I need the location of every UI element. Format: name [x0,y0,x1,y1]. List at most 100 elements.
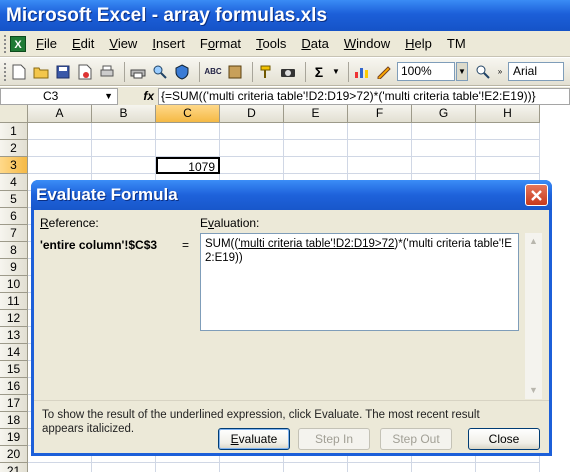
row-header-5[interactable]: 5 [0,191,28,208]
cell-d1[interactable] [220,123,284,140]
cell-b21[interactable] [92,463,156,472]
cell-e1[interactable] [284,123,348,140]
row-header-7[interactable]: 7 [0,225,28,242]
row-header-4[interactable]: 4 [0,174,28,191]
menu-item-file[interactable]: File [36,31,57,57]
permission-icon[interactable] [76,63,94,81]
menu-item-window[interactable]: Window [344,31,390,57]
row-header-8[interactable]: 8 [0,242,28,259]
cell-a1[interactable] [28,123,92,140]
cell-f2[interactable] [348,140,412,157]
cell-g2[interactable] [412,140,476,157]
cell-a2[interactable] [28,140,92,157]
name-box[interactable]: C3 ▼ [0,87,118,105]
cell-c3[interactable]: 1079 [156,157,220,174]
cell-f1[interactable] [348,123,412,140]
column-header-g[interactable]: G [412,105,476,123]
cell-c1[interactable] [156,123,220,140]
menu-item-tools[interactable]: Tools [256,31,286,57]
toolbar-grip[interactable] [4,62,7,81]
step-in-button[interactable]: Step In [298,428,370,450]
row-header-11[interactable]: 11 [0,293,28,310]
select-all-corner[interactable] [0,105,28,123]
zoom-dropdown-icon[interactable]: ▼ [456,62,468,81]
evaluation-scrollbar[interactable]: ▲ ▼ [525,233,542,399]
menu-item-data[interactable]: Data [301,31,328,57]
camera-icon[interactable] [279,63,297,81]
zoom-input[interactable]: 100% [397,62,455,81]
cell-d21[interactable] [220,463,284,472]
format-painter-icon[interactable] [257,63,275,81]
spelling-icon[interactable]: ABC [204,63,222,81]
cell-h2[interactable] [476,140,540,157]
cell-d2[interactable] [220,140,284,157]
autosum-icon[interactable]: Σ [310,63,328,81]
cell-g3[interactable] [412,157,476,174]
row-header-21[interactable]: 21 [0,463,28,472]
print-preview-icon[interactable] [98,63,116,81]
print-icon[interactable] [129,63,147,81]
column-header-a[interactable]: A [28,105,92,123]
name-box-dropdown-icon[interactable]: ▼ [104,89,113,104]
open-folder-icon[interactable] [32,63,50,81]
cell-c21[interactable] [156,463,220,472]
autosum-dropdown-icon[interactable]: ▼ [332,63,340,81]
cell-e2[interactable] [284,140,348,157]
row-header-2[interactable]: 2 [0,140,28,157]
row-header-13[interactable]: 13 [0,327,28,344]
row-header-6[interactable]: 6 [0,208,28,225]
help-magnifier-icon[interactable] [474,63,492,81]
row-header-20[interactable]: 20 [0,446,28,463]
cell-h3[interactable] [476,157,540,174]
toolbar-options-icon[interactable]: » [496,63,504,81]
cell-b1[interactable] [92,123,156,140]
cell-c2[interactable] [156,140,220,157]
row-header-17[interactable]: 17 [0,395,28,412]
menu-item-help[interactable]: Help [405,31,432,57]
cell-g21[interactable] [412,463,476,472]
column-header-e[interactable]: E [284,105,348,123]
cell-b3[interactable] [92,157,156,174]
cell-e21[interactable] [284,463,348,472]
column-header-c[interactable]: C [156,105,220,123]
cell-d3[interactable] [220,157,284,174]
cell-h1[interactable] [476,123,540,140]
research-icon[interactable] [151,63,169,81]
menu-item-format[interactable]: Format [200,31,241,57]
permission-shield-icon[interactable] [173,63,191,81]
cell-f21[interactable] [348,463,412,472]
column-header-f[interactable]: F [348,105,412,123]
row-header-14[interactable]: 14 [0,344,28,361]
font-name-input[interactable]: Arial [508,62,564,81]
row-header-19[interactable]: 19 [0,429,28,446]
evaluation-textbox[interactable]: SUM(('multi criteria table'!D2:D19>72)*(… [200,233,519,331]
cell-f3[interactable] [348,157,412,174]
cell-e3[interactable] [284,157,348,174]
row-header-3[interactable]: 3 [0,157,28,174]
research-book-icon[interactable] [226,63,244,81]
menu-grip[interactable] [4,34,7,53]
row-header-18[interactable]: 18 [0,412,28,429]
close-icon[interactable] [525,184,548,206]
formula-input[interactable]: {=SUM(('multi criteria table'!D2:D19>72)… [158,87,570,105]
close-button[interactable]: Close [468,428,540,450]
excel-app-icon[interactable]: X [10,35,26,52]
row-header-10[interactable]: 10 [0,276,28,293]
insert-function-icon[interactable]: fx [118,89,158,103]
menu-item-tm[interactable]: TM [447,31,466,57]
scroll-up-icon[interactable]: ▲ [525,233,542,250]
column-header-d[interactable]: D [220,105,284,123]
evaluate-button[interactable]: Evaluate [218,428,290,450]
cell-a3[interactable] [28,157,92,174]
step-out-button[interactable]: Step Out [380,428,452,450]
cell-g1[interactable] [412,123,476,140]
row-header-1[interactable]: 1 [0,123,28,140]
row-header-15[interactable]: 15 [0,361,28,378]
chart-wizard-icon[interactable] [353,63,371,81]
cell-h21[interactable] [476,463,540,472]
drawing-icon[interactable] [375,63,393,81]
row-header-9[interactable]: 9 [0,259,28,276]
cell-b2[interactable] [92,140,156,157]
save-icon[interactable] [54,63,72,81]
menu-item-insert[interactable]: Insert [152,31,185,57]
